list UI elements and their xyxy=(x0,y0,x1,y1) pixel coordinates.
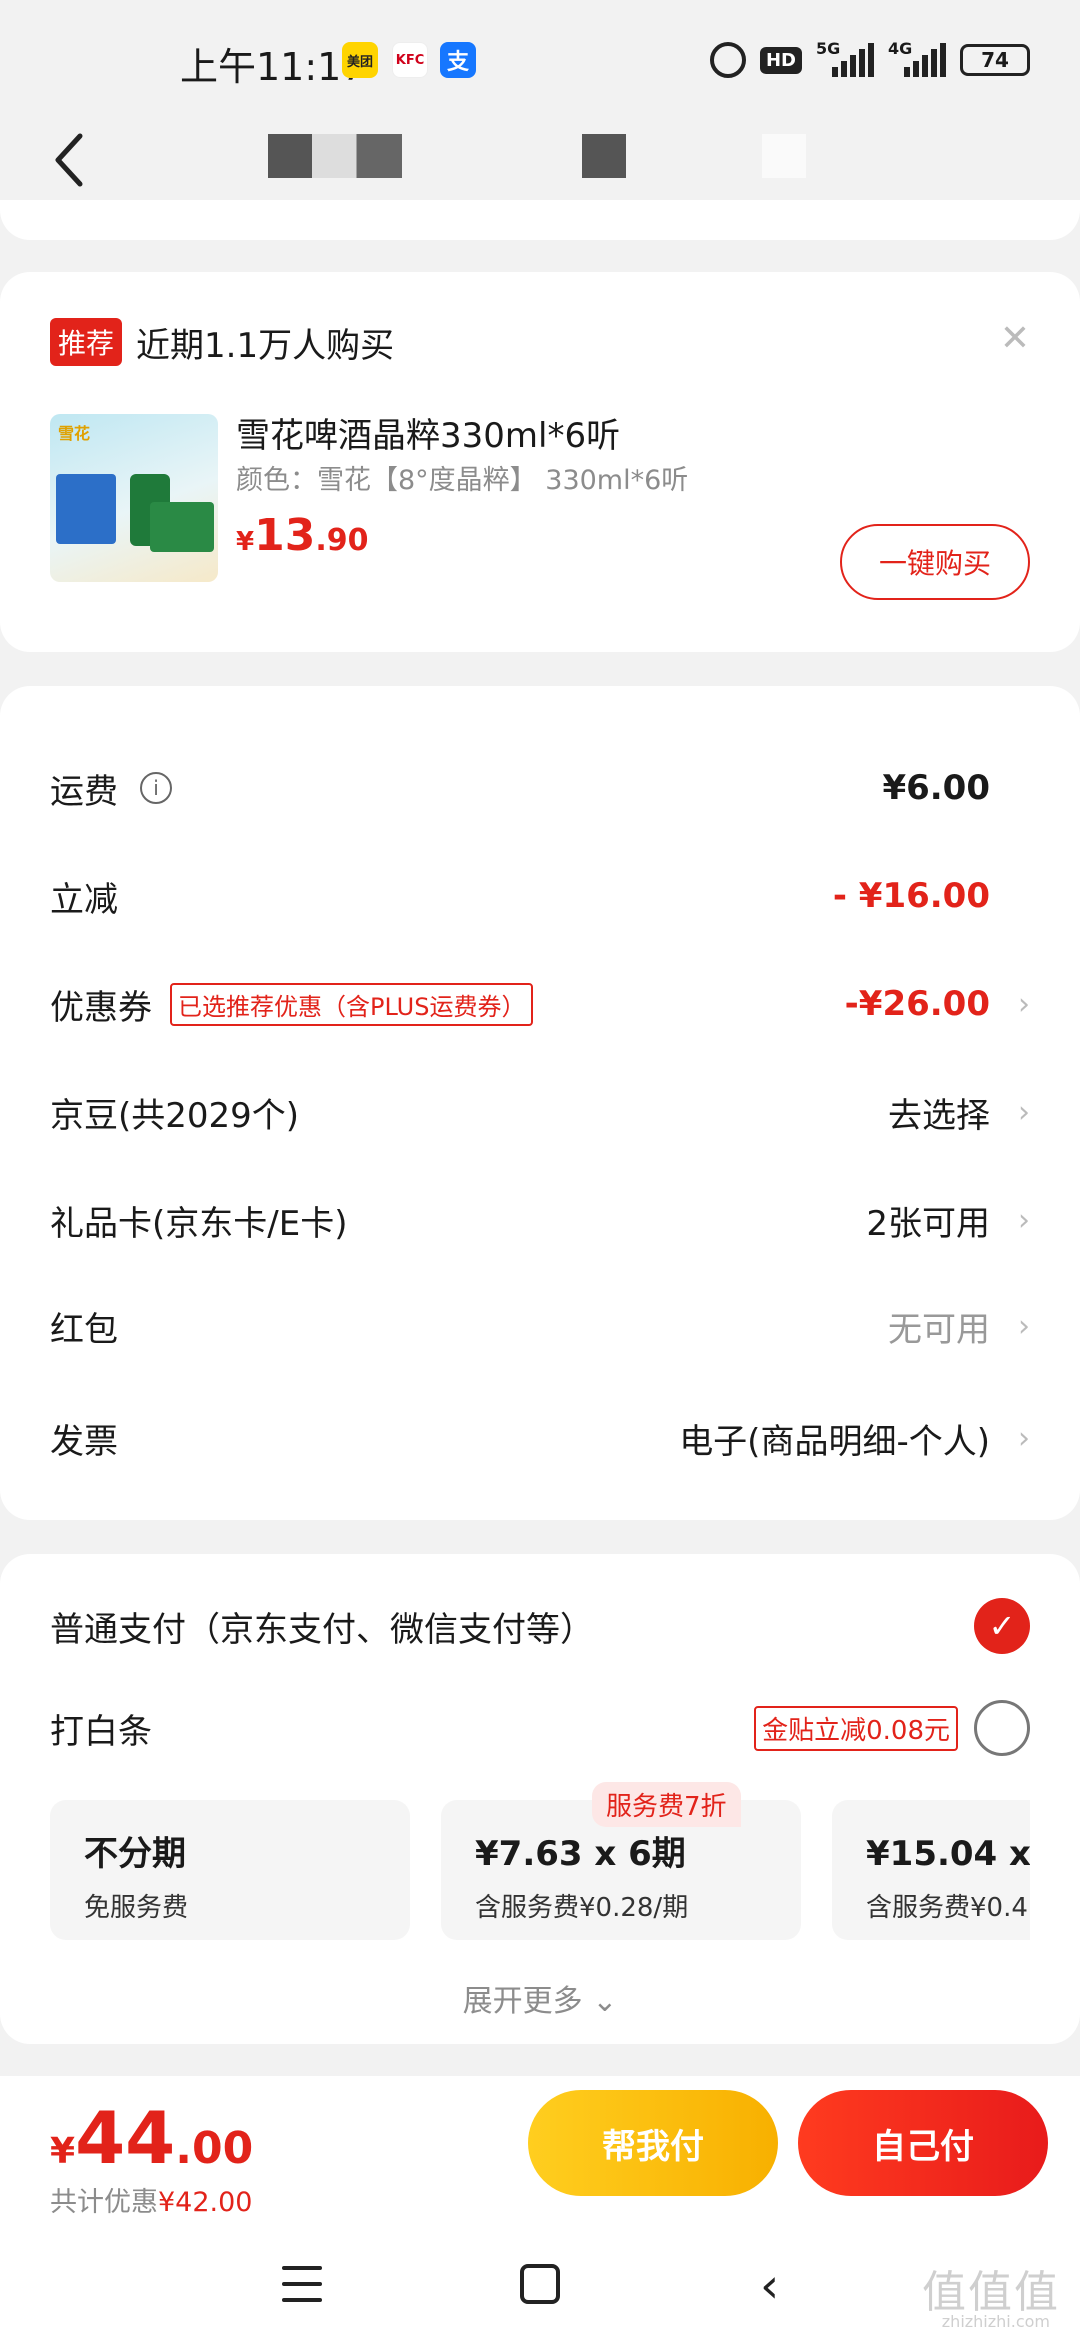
alarm-icon xyxy=(709,42,746,78)
redpacket-value: 无可用 xyxy=(888,1309,990,1350)
signal-4g-icon: 4G xyxy=(888,39,946,77)
header-card-bottom xyxy=(0,200,1080,240)
discount-label: 立减 xyxy=(50,879,118,920)
status-time: 上午11:17 xyxy=(180,45,366,89)
redpacket-label: 红包 xyxy=(50,1309,118,1350)
recommend-title: 近期1.1万人购买 xyxy=(136,326,395,366)
system-nav-bar: ‹ 值值值 zhizhizhi.com xyxy=(0,2236,1080,2340)
self-pay-button[interactable]: 自己付 xyxy=(798,2090,1048,2196)
plan-title: ¥15.04 x 3期 xyxy=(866,1834,1030,1874)
plan-title: ¥7.63 x 6期 xyxy=(475,1834,686,1874)
product-name[interactable]: 雪花啤酒晶粹330ml*6听 xyxy=(236,408,620,457)
hd-icon: HD xyxy=(759,46,802,74)
coupon-value: -¥26.00 xyxy=(844,984,990,1024)
meituan-app-icon: 美团 xyxy=(342,42,378,78)
normal-pay-label: 普通支付（京东支付、微信支付等） xyxy=(50,1609,594,1650)
invoice-row[interactable]: 发票 电子(商品明细-个人) › xyxy=(50,1408,1030,1468)
chevron-right-icon: › xyxy=(1018,1420,1030,1456)
normal-pay-row[interactable]: 普通支付（京东支付、微信支付等） ✓ xyxy=(50,1596,1030,1656)
baitiao-label: 打白条 xyxy=(50,1711,152,1752)
battery-icon: 74 xyxy=(960,44,1030,76)
shipping-row: 运费 i ¥6.00 xyxy=(50,758,1030,818)
chevron-down-icon: ⌄ xyxy=(592,1984,618,2019)
kfc-app-icon: KFC xyxy=(392,42,428,78)
radio-unchecked-icon[interactable] xyxy=(974,1700,1030,1756)
home-icon[interactable] xyxy=(520,2264,560,2304)
invoice-value: 电子(商品明细-个人) xyxy=(679,1421,990,1462)
header-tab-blurred-3[interactable] xyxy=(762,134,806,178)
plan-sub: 含服务费¥0.28/期 xyxy=(475,1893,689,1923)
expand-more-button[interactable]: 展开更多 ⌄ xyxy=(0,1976,1080,2020)
payment-card: 普通支付（京东支付、微信支付等） ✓ 打白条 金贴立减0.08元 不分期 免服务… xyxy=(0,1554,1080,2044)
product-price: ¥13.90 xyxy=(236,510,369,561)
product-spec: 颜色：雪花【8°度晶粹】 330ml*6听 xyxy=(236,465,689,496)
menu-icon[interactable] xyxy=(282,2266,322,2302)
invoice-label: 发票 xyxy=(50,1421,118,1462)
plan-option[interactable]: 不分期 免服务费 xyxy=(50,1800,410,1940)
signal-5g-icon: 5G xyxy=(816,39,874,77)
beans-label: 京豆(共2029个) xyxy=(50,1095,300,1136)
close-icon[interactable]: ✕ xyxy=(1000,318,1030,359)
discount-row: 立减 - ¥16.00 xyxy=(50,866,1030,926)
coupon-label: 优惠券 xyxy=(50,987,152,1028)
redpacket-row[interactable]: 红包 无可用 › xyxy=(50,1296,1030,1356)
one-click-buy-button[interactable]: 一键购买 xyxy=(840,524,1030,600)
status-bar: 上午11:17 美团 KFC 支 HD 5G 4G 74 xyxy=(0,0,1080,120)
header-tab-blurred-2[interactable] xyxy=(582,134,626,178)
watermark: 值值值 xyxy=(922,2267,1060,2318)
plan-sub: 含服务费¥0.4 xyxy=(866,1893,1028,1923)
giftcard-row[interactable]: 礼品卡(京东卡/E卡) 2张可用 › xyxy=(50,1190,1030,1250)
shipping-value: ¥6.00 xyxy=(882,768,990,808)
installment-plans: 不分期 免服务费 ¥7.63 x 6期 含服务费¥0.28/期 ¥15.04 x… xyxy=(50,1800,1030,1940)
chevron-right-icon: › xyxy=(1018,1094,1030,1130)
discount-value: - ¥16.00 xyxy=(832,876,990,916)
chevron-right-icon: › xyxy=(1018,986,1030,1022)
bottom-bar: ¥44.00 共计优惠¥42.00 帮我付 自己付 xyxy=(0,2076,1080,2236)
checked-icon[interactable]: ✓ xyxy=(974,1598,1030,1654)
baitiao-row[interactable]: 打白条 金贴立减0.08元 xyxy=(50,1698,1030,1758)
giftcard-label: 礼品卡(京东卡/E卡) xyxy=(50,1203,348,1244)
recommend-tag: 推荐 xyxy=(50,318,123,366)
plan-discount-badge: 服务费7折 xyxy=(592,1782,741,1827)
back-arrow-icon[interactable] xyxy=(50,130,90,190)
alipay-app-icon: 支 xyxy=(440,42,476,78)
product-image[interactable]: 雪花 xyxy=(50,414,218,582)
plan-option[interactable]: ¥15.04 x 3期 含服务费¥0.4 xyxy=(832,1800,1030,1940)
beans-value: 去选择 xyxy=(888,1095,990,1136)
coupon-row[interactable]: 优惠券 已选推荐优惠（含PLUS运费券） -¥26.00 › xyxy=(50,974,1030,1034)
baitiao-tag: 金贴立减0.08元 xyxy=(754,1705,958,1751)
header-tab-blurred-1[interactable] xyxy=(268,134,402,178)
giftcard-value: 2张可用 xyxy=(866,1203,990,1244)
status-indicators: HD 5G 4G 74 xyxy=(709,39,1030,80)
shipping-label: 运费 xyxy=(50,771,118,812)
recommend-card: 推荐 近期1.1万人购买 ✕ 雪花 雪花啤酒晶粹330ml*6听 颜色：雪花【8… xyxy=(0,272,1080,652)
plan-sub: 免服务费 xyxy=(84,1893,189,1923)
fee-card: 运费 i ¥6.00 立减 - ¥16.00 优惠券 已选推荐优惠（含PLUS运… xyxy=(0,686,1080,1520)
help-me-pay-button[interactable]: 帮我付 xyxy=(528,2090,778,2196)
beans-row[interactable]: 京豆(共2029个) 去选择 › xyxy=(50,1082,1030,1142)
back-icon[interactable]: ‹ xyxy=(760,2258,779,2314)
chevron-right-icon: › xyxy=(1018,1202,1030,1238)
info-icon[interactable]: i xyxy=(140,772,172,804)
total-price: ¥44.00 xyxy=(50,2096,254,2180)
watermark-sub: zhizhizhi.com xyxy=(941,2312,1050,2331)
coupon-tag: 已选推荐优惠（含PLUS运费券） xyxy=(170,982,534,1026)
plan-title: 不分期 xyxy=(84,1834,186,1874)
chevron-right-icon: › xyxy=(1018,1308,1030,1344)
total-saving: 共计优惠¥42.00 xyxy=(50,2187,253,2218)
